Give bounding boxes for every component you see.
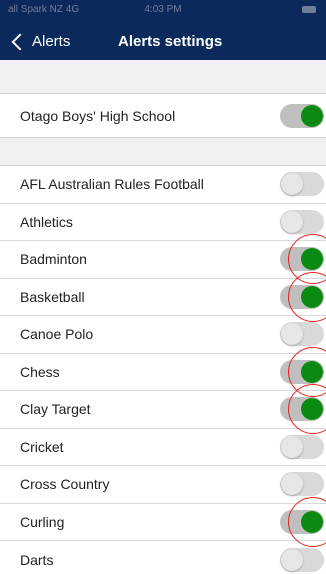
list-item: Badminton — [0, 234, 326, 285]
sport-alert-toggle[interactable] — [280, 397, 324, 422]
sport-alert-toggle[interactable] — [280, 547, 324, 572]
list-item: Cross Country — [0, 466, 326, 504]
toggle-knob — [301, 398, 323, 421]
section-spacer — [0, 60, 326, 94]
sport-label: AFL Australian Rules Football — [20, 176, 204, 193]
toggle-knob — [281, 435, 303, 458]
battery-icon — [302, 6, 316, 13]
sport-label: Basketball — [20, 288, 85, 305]
sport-label: Badminton — [20, 251, 87, 268]
sport-label: Curling — [20, 513, 65, 530]
sport-label: Athletics — [20, 213, 73, 230]
toggle-knob — [281, 210, 303, 233]
sport-label: Cricket — [20, 438, 64, 455]
list-item: Athletics — [0, 204, 326, 241]
toggle-knob — [301, 510, 323, 533]
school-label: Otago Boys' High School — [20, 107, 176, 124]
sport-alert-toggle[interactable] — [280, 359, 324, 384]
sport-label: Canoe Polo — [20, 326, 94, 343]
school-alert-toggle[interactable] — [280, 103, 324, 128]
list-item: Clay Target — [0, 384, 326, 435]
back-label: Alerts — [32, 33, 71, 50]
list-item: Cricket — [0, 429, 326, 466]
sport-alert-toggle[interactable] — [280, 209, 324, 234]
section-spacer — [0, 138, 326, 166]
toggle-knob — [281, 173, 303, 196]
toggle-knob — [301, 360, 323, 383]
sport-alert-toggle[interactable] — [280, 472, 324, 497]
back-button[interactable]: Alerts — [10, 33, 70, 50]
page-title: Alerts settings — [118, 33, 223, 50]
list-item: AFL Australian Rules Football — [0, 166, 326, 204]
sport-alert-toggle[interactable] — [280, 247, 324, 272]
sport-label: Chess — [20, 363, 60, 380]
toggle-knob — [281, 323, 303, 346]
sport-label: Darts — [20, 551, 54, 568]
toggle-knob — [301, 285, 323, 308]
list-item: Darts — [0, 541, 326, 574]
chevron-left-icon — [11, 33, 29, 50]
list-item: Chess — [0, 346, 326, 397]
sport-label: Cross Country — [20, 476, 110, 493]
school-row: Otago Boys' High School — [0, 94, 326, 138]
sport-label: Clay Target — [20, 401, 91, 418]
sport-alert-toggle[interactable] — [280, 322, 324, 347]
toggle-knob — [281, 548, 303, 571]
list-item: Basketball — [0, 271, 326, 322]
sport-alert-toggle[interactable] — [280, 284, 324, 309]
sport-alert-toggle[interactable] — [280, 434, 324, 459]
nav-header: all Spark NZ 4G 4:03 PM Alerts Alerts se… — [0, 0, 326, 60]
sport-alert-toggle[interactable] — [280, 509, 324, 534]
list-item: Curling — [0, 496, 326, 547]
toggle-knob — [301, 104, 323, 127]
status-bar: all Spark NZ 4G 4:03 PM — [0, 2, 326, 16]
status-time: 4:03 PM — [144, 4, 182, 15]
sport-alert-toggle[interactable] — [280, 172, 324, 197]
toggle-knob — [281, 473, 303, 496]
list-item: Canoe Polo — [0, 316, 326, 354]
sports-list: AFL Australian Rules Football Athletics Ba… — [0, 166, 326, 574]
toggle-knob — [301, 248, 323, 271]
